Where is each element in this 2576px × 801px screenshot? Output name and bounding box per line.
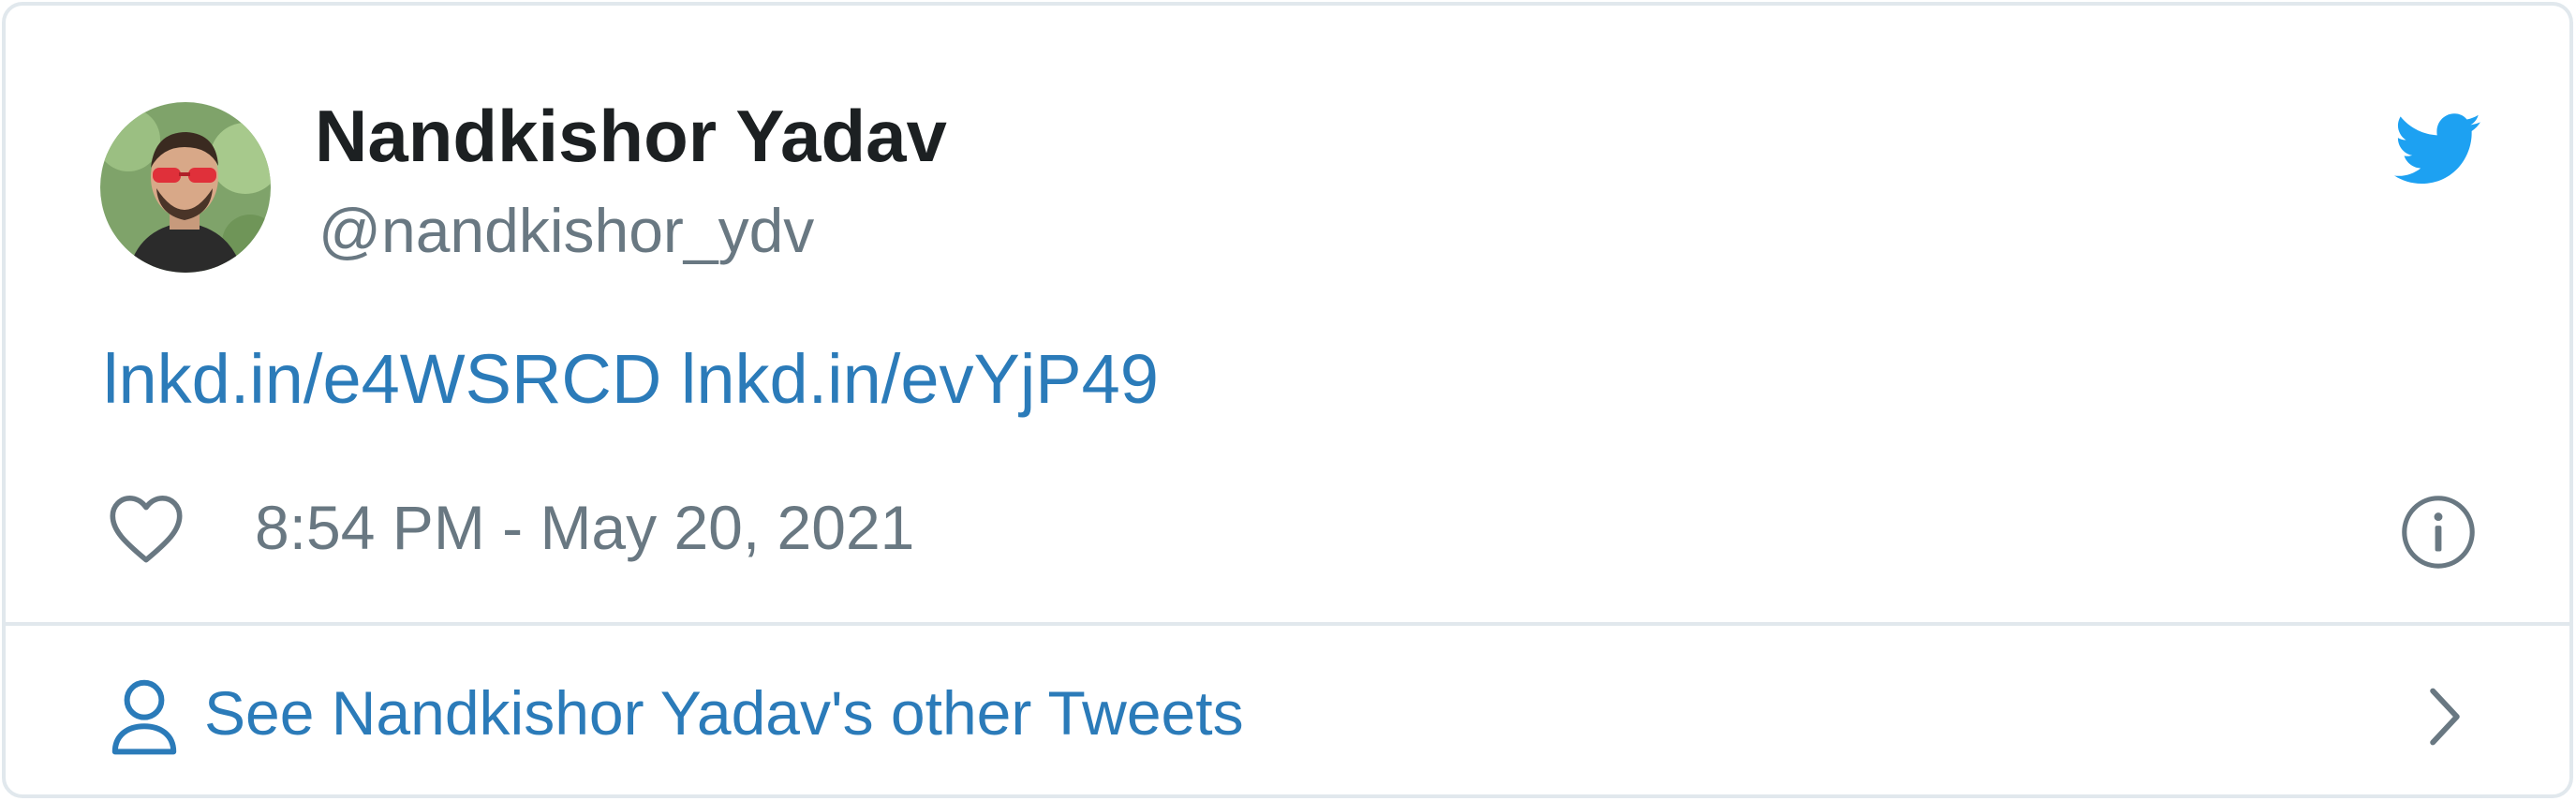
tweet-timestamp[interactable]: 8:54 PM - May 20, 2021 [255, 497, 914, 558]
person-icon [111, 679, 177, 755]
link-separator [661, 340, 681, 418]
avatar[interactable] [100, 102, 271, 273]
embedded-tweet-card: Nandkishor Yadav @nandkishor_ydv lnkd.in… [2, 2, 2573, 798]
see-other-tweets-link[interactable]: See Nandkishor Yadav's other Tweets [6, 626, 2569, 794]
heart-icon[interactable] [107, 491, 185, 566]
see-other-tweets-label: See Nandkishor Yadav's other Tweets [204, 678, 1244, 748]
tweet-text: lnkd.in/e4WSRCD lnkd.in/evYjP49 [103, 345, 1159, 414]
info-icon[interactable] [2400, 494, 2477, 571]
tweet-link-1[interactable]: lnkd.in/e4WSRCD [103, 340, 661, 418]
tweet-link-2[interactable]: lnkd.in/evYjP49 [681, 340, 1159, 418]
chevron-right-icon [2430, 688, 2460, 746]
author-handle[interactable]: @nandkishor_ydv [318, 200, 814, 261]
twitter-bird-icon[interactable] [2394, 112, 2482, 187]
author-name[interactable]: Nandkishor Yadav [315, 99, 947, 172]
